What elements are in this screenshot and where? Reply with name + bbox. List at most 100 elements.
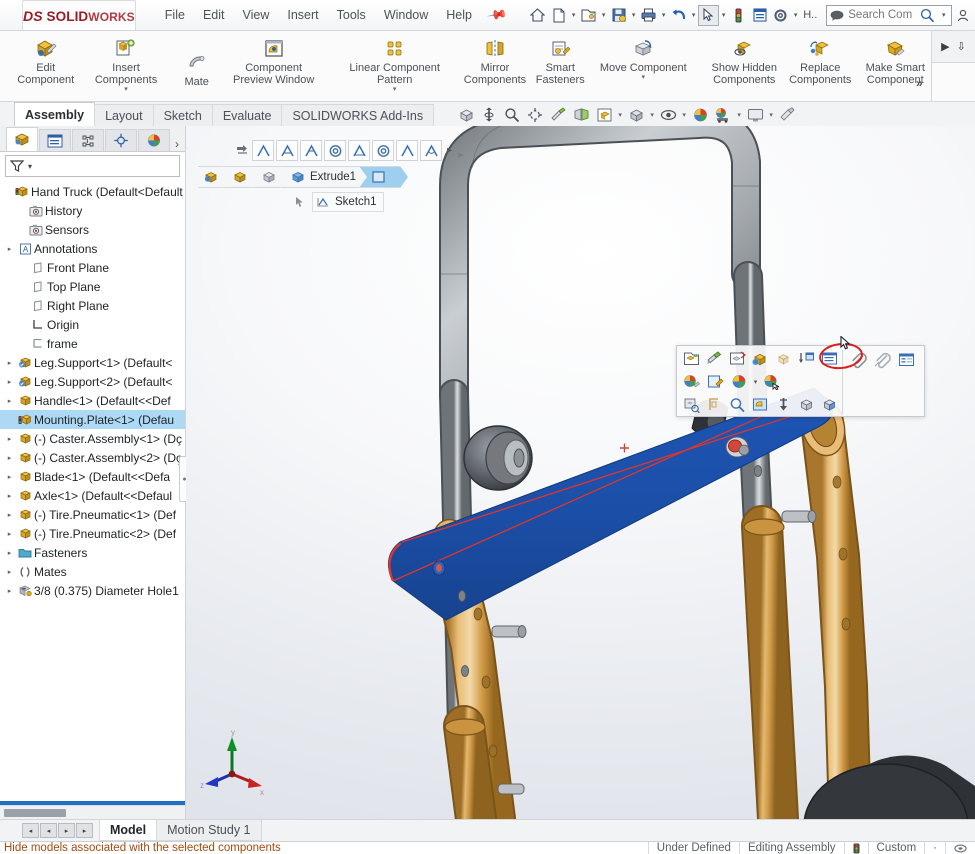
save-caret-icon[interactable]: ▾ — [629, 11, 638, 19]
breadcrumb-assembly[interactable] — [198, 166, 230, 188]
tree-twist[interactable]: ▸ — [3, 454, 16, 462]
insert-components-caret-icon[interactable]: ▾ — [124, 86, 128, 93]
tree-node-leg-support-2[interactable]: ▸ Leg.Support<2> (Default< — [0, 372, 185, 391]
appearance-icon[interactable] — [680, 371, 703, 393]
ribbon-expand-chevron-icon[interactable]: » — [916, 76, 923, 90]
tree-node-fasteners[interactable]: ▸ Fasteners — [0, 543, 185, 562]
mate-more-chevron-icon[interactable]: ▸ — [447, 145, 452, 156]
edit-part-icon[interactable] — [703, 348, 725, 370]
appearances-icon[interactable] — [776, 105, 798, 125]
view-orientation-icon[interactable] — [593, 105, 615, 125]
rotate-view-icon[interactable] — [524, 105, 546, 125]
lock-mate-icon[interactable] — [372, 140, 394, 161]
nav-first-icon[interactable]: ◂ — [22, 823, 39, 838]
coincident-mate-icon[interactable] — [252, 140, 274, 161]
display-manager-tab[interactable] — [138, 129, 170, 151]
tree-node-hand-truck[interactable]: Hand Truck (Default<Default_ — [0, 182, 185, 201]
tree-filter-box[interactable]: ▾ — [5, 155, 180, 177]
tree-twist[interactable]: ▸ — [3, 568, 16, 576]
angle-mate-icon[interactable] — [420, 140, 442, 161]
tree-node-right-plane[interactable]: Right Plane — [0, 296, 185, 315]
search-input[interactable]: Search Com ▾ — [826, 4, 953, 26]
breadcrumb-sketch1[interactable]: Sketch1 — [312, 192, 384, 212]
color-sphere-icon[interactable] — [728, 371, 751, 393]
feature-tree[interactable]: Hand Truck (Default<Default_ History Sen… — [0, 177, 185, 819]
tab-sketch[interactable]: Sketch — [152, 104, 213, 126]
insert-components-button[interactable]: Insert Components ▾ — [77, 35, 174, 95]
mate-button[interactable]: Mate — [175, 35, 219, 90]
tree-node-tire-pneumatic-2[interactable]: ▸ (-) Tire.Pneumatic<2> (Def — [0, 524, 185, 543]
mate-popup-toolbar[interactable]: ▸ — [234, 140, 452, 161]
tab-evaluate[interactable]: Evaluate — [211, 104, 283, 126]
tree-node-caster-assembly-1[interactable]: ▸ (-) Caster.Assembly<1> (Dç — [0, 429, 185, 448]
graphics-viewport[interactable]: ▸ ▸ Extrude1 Sketch1 ▾ y x z — [186, 126, 975, 819]
bottom-tab-motion-study[interactable]: Motion Study 1 — [156, 820, 262, 841]
options-list-icon[interactable] — [749, 5, 770, 26]
tree-node-diameter-hole1[interactable]: ▸ 3/8 (0.375) Diameter Hole1 — [0, 581, 185, 600]
replace-components-button[interactable]: Replace Components — [783, 35, 857, 88]
tree-node-mates[interactable]: ▸ Mates — [0, 562, 185, 581]
status-custom[interactable]: Custom — [867, 841, 925, 854]
hover-label[interactable]: H.. — [800, 5, 820, 26]
smart-fasteners-button[interactable]: Smart Fasteners — [529, 35, 591, 88]
filter-caret-icon[interactable]: ▾ — [28, 162, 32, 171]
concentric-mate-icon[interactable] — [324, 140, 346, 161]
nav-prev-icon[interactable]: ◂ — [40, 823, 57, 838]
tree-node-front-plane[interactable]: Front Plane — [0, 258, 185, 277]
print-icon[interactable] — [638, 5, 659, 26]
open-part-icon[interactable] — [680, 348, 702, 370]
tree-node-tire-pneumatic-1[interactable]: ▸ (-) Tire.Pneumatic<1> (Def — [0, 505, 185, 524]
configuration-manager-tab[interactable] — [72, 129, 104, 151]
tree-node-annotations[interactable]: ▸ A Annotations — [0, 239, 185, 258]
tab-assembly[interactable]: Assembly — [14, 102, 96, 126]
tab-more-chevron-icon[interactable]: › — [175, 137, 179, 151]
tab-solidworks-add-ins[interactable]: SOLIDWORKS Add-Ins — [281, 104, 435, 126]
tree-node-handle-1[interactable]: ▸ Handle<1> (Default<<Def — [0, 391, 185, 410]
rebuild-icon[interactable] — [728, 5, 749, 26]
feature-manager-tab[interactable] — [6, 127, 38, 151]
pin-icon[interactable]: 📌 — [486, 4, 508, 26]
show-with-dependents-icon[interactable] — [795, 348, 817, 370]
zoom-to-fit-icon[interactable] — [455, 105, 477, 125]
settings-caret-icon[interactable]: ▾ — [791, 11, 800, 19]
status-disc-icon[interactable] — [945, 841, 975, 854]
zoom-to-area-icon[interactable] — [478, 105, 500, 125]
tree-horizontal-scrollbar[interactable] — [0, 805, 185, 819]
tree-node-mounting-plate-1[interactable]: Mounting.Plate<1> (Defau — [0, 410, 185, 429]
mate-reference-icon[interactable] — [234, 144, 250, 157]
tree-node-history[interactable]: History — [0, 201, 185, 220]
insert-into-new-part-icon[interactable] — [772, 394, 794, 416]
mirror-components-button[interactable]: Mirror Components — [461, 35, 530, 88]
tree-node-axle-1[interactable]: ▸ Axle<1> (Default<<Defaul — [0, 486, 185, 505]
change-transparency-icon[interactable] — [772, 348, 794, 370]
menu-item-insert[interactable]: Insert — [278, 5, 327, 25]
tree-twist[interactable]: ▸ — [3, 435, 16, 443]
section-view-icon[interactable] — [570, 105, 592, 125]
viewport-icon[interactable] — [744, 105, 766, 125]
tree-twist[interactable]: ▸ — [3, 378, 16, 386]
tree-node-caster-assembly-2[interactable]: ▸ (-) Caster.Assembly<2> (Dç — [0, 448, 185, 467]
menu-item-window[interactable]: Window — [375, 5, 437, 25]
tree-twist[interactable]: ▸ — [3, 492, 16, 500]
tree-twist[interactable]: ▸ — [3, 530, 16, 538]
select-icon[interactable] — [698, 4, 720, 26]
collapse-items-icon[interactable] — [818, 348, 840, 370]
print-caret-icon[interactable]: ▾ — [659, 11, 668, 19]
property-manager-tab[interactable] — [39, 129, 71, 151]
context-arrow-icon[interactable]: ▸ — [458, 148, 464, 161]
view-settings-icon[interactable] — [712, 105, 734, 125]
breadcrumb-child[interactable]: Sketch1 — [294, 192, 384, 212]
menu-item-edit[interactable]: Edit — [194, 5, 234, 25]
pan-icon[interactable] — [547, 105, 569, 125]
menu-item-view[interactable]: View — [233, 5, 278, 25]
status-traffic-icon[interactable] — [843, 841, 868, 854]
tree-twist[interactable]: ▸ — [3, 397, 16, 405]
tree-node-sensors[interactable]: Sensors — [0, 220, 185, 239]
move-component-button[interactable]: Move Component ▾ — [591, 35, 695, 83]
bottom-tab-model[interactable]: Model — [99, 820, 158, 841]
settings-gear-icon[interactable] — [770, 5, 791, 26]
account-icon[interactable] — [952, 5, 974, 25]
play-icon[interactable]: ▶ — [941, 40, 949, 53]
paperclip-alt-icon[interactable] — [871, 349, 894, 371]
tree-node-blade-1[interactable]: ▸ Blade<1> (Default<<Defa — [0, 467, 185, 486]
